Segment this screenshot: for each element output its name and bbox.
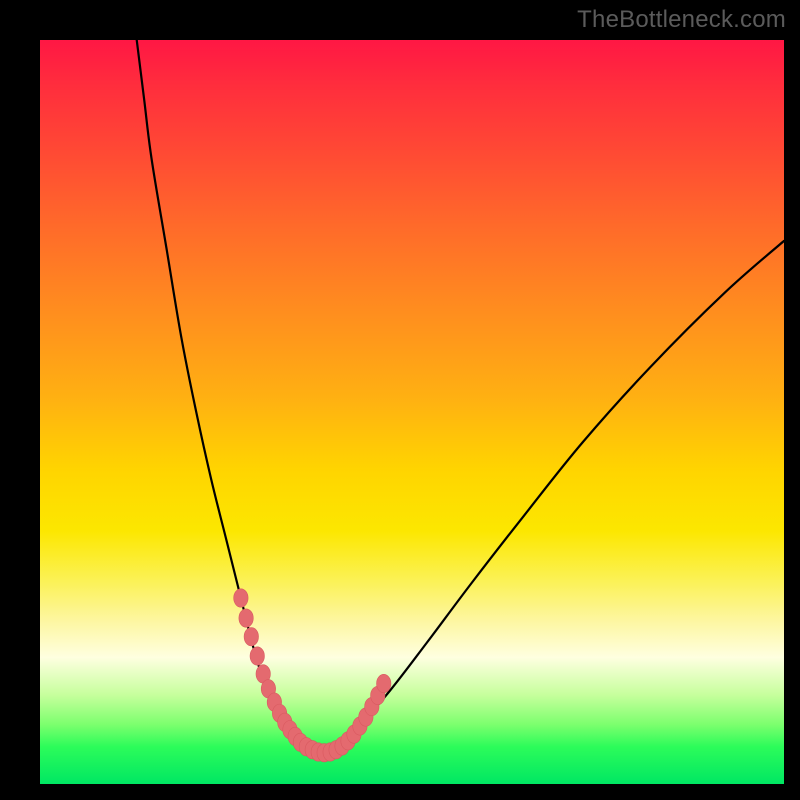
bead-marker: [239, 609, 253, 627]
bead-marker: [250, 647, 264, 665]
chart-frame: TheBottleneck.com: [0, 0, 800, 800]
bottleneck-curve: [137, 40, 784, 754]
plot-area: [40, 40, 784, 784]
bead-marker: [377, 674, 391, 692]
curve-layer: [40, 40, 784, 784]
bead-marker: [244, 627, 258, 645]
bead-marker: [234, 589, 248, 607]
dotted-highlight: [234, 589, 391, 762]
watermark-text: TheBottleneck.com: [577, 6, 786, 34]
